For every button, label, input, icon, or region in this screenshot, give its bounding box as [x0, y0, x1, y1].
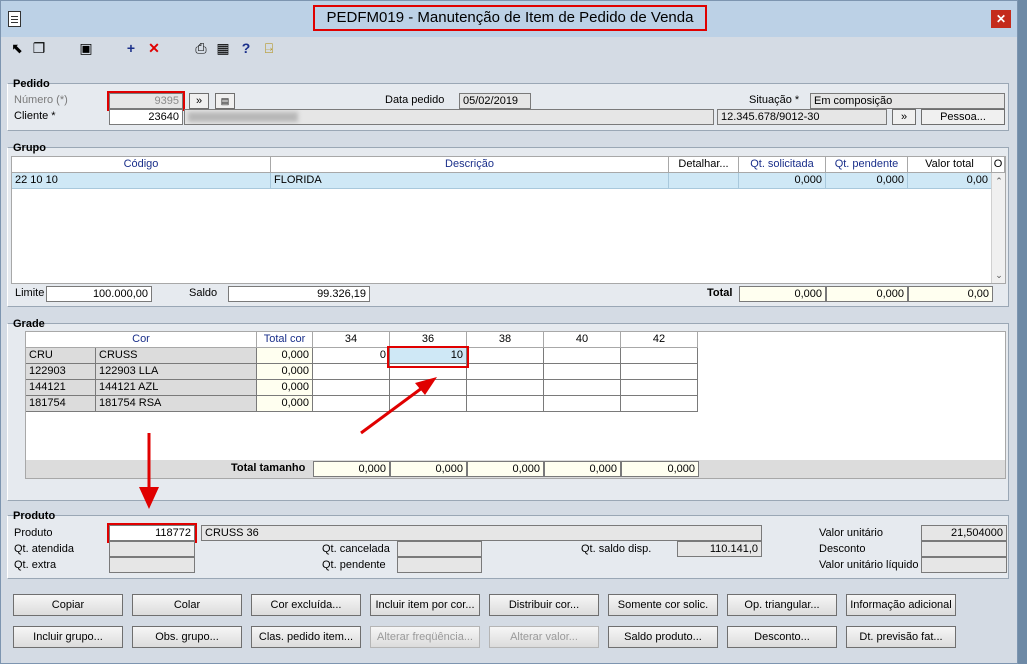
annotation-arrows	[139, 377, 437, 509]
arrow-to-size-36	[360, 383, 427, 435]
arrow-head-produto	[139, 487, 159, 509]
main-window: PEDFM019 - Manutenção de Item de Pedido …	[0, 0, 1018, 664]
